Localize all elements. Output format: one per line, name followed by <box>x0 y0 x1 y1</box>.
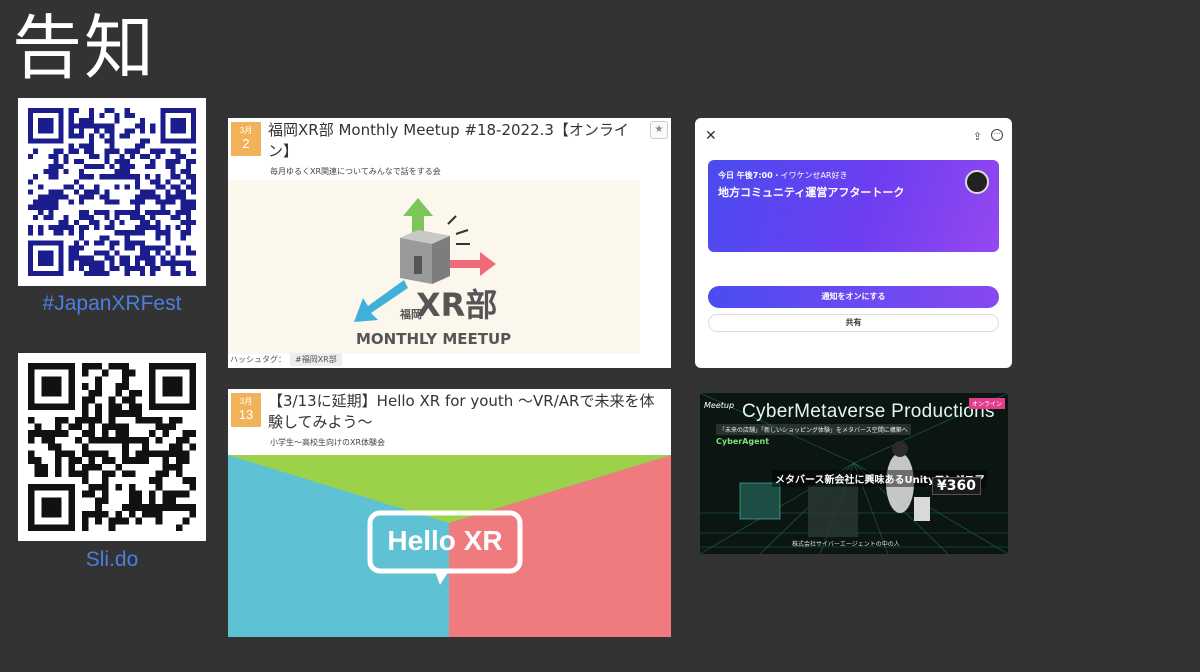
price-tag: ¥360 <box>932 477 981 495</box>
event-title[interactable]: 【3/13に延期】Hello XR for youth ～VR/ARで未来を体験… <box>268 391 669 433</box>
event-name: 地方コミュニティ運営アフタートーク <box>718 186 905 199</box>
share-button[interactable]: 共有 <box>708 314 999 332</box>
event-share-dialog: ✕ ⇪ ··· 今日 午後7:00・イワケンせAR好き 地方コミュニティ運営アフ… <box>695 118 1012 368</box>
event-card-fukuoka-xr[interactable]: 3月 2 福岡XR部 Monthly Meetup #18-2022.3【オンラ… <box>228 118 671 368</box>
notify-button[interactable]: 通知をオンにする <box>708 286 999 308</box>
meetup-mark: Meetup <box>704 401 735 410</box>
qr-caption-slido: Sli.do <box>85 548 139 571</box>
event-title[interactable]: 福岡XR部 Monthly Meetup #18-2022.3【オンライン】 <box>268 120 647 162</box>
event-host: ・イワケンせAR好き <box>772 171 848 180</box>
event-date-badge: 3月 2 <box>231 122 261 156</box>
cyber-title: CyberMetaverse Productions <box>742 401 995 422</box>
event-card-hello-xr[interactable]: 3月 13 【3/13に延期】Hello XR for youth ～VR/AR… <box>228 389 671 637</box>
hashtag-chip[interactable]: #福岡XR部 <box>290 353 342 366</box>
page-title: 告知 <box>12 7 156 89</box>
banner-logo-text: Hello XR <box>387 525 502 556</box>
share-icon[interactable]: ⇪ <box>973 130 982 143</box>
banner-brand: XR部 <box>416 286 497 324</box>
company-logo: CyberAgent <box>716 437 770 446</box>
qr-caption-japanxrfest: #JapanXRFest <box>42 292 182 315</box>
event-time-prefix: 今日 午後7:00 <box>718 171 773 180</box>
cyber-footer: 株式会社サイバーエージェントの中の人 <box>792 541 900 548</box>
hashtag-row: ハッシュタグ： #福岡XR部 <box>230 353 342 366</box>
avatar <box>965 170 989 194</box>
event-date-day: 13 <box>238 407 254 422</box>
hashtag-label: ハッシュタグ： <box>230 355 286 364</box>
right-arrow-icon <box>450 252 496 276</box>
event-subtitle: 小学生～高校生向けのXR体験会 <box>270 438 386 447</box>
event-date-badge: 3月 13 <box>231 393 261 427</box>
event-date-month: 3月 <box>239 126 253 135</box>
event-date-month: 3月 <box>239 397 253 406</box>
event-time: 今日 午後7:00・イワケンせAR好き <box>718 170 847 181</box>
close-icon[interactable]: ✕ <box>705 128 717 144</box>
event-card-cyber-metaverse[interactable]: Meetup CyberMetaverse Productions オンライン … <box>700 393 1008 554</box>
more-icon[interactable]: ··· <box>991 129 1003 141</box>
qr-code-slido[interactable] <box>18 353 206 541</box>
qr-code-image <box>28 108 196 276</box>
event-preview-card[interactable]: 今日 午後7:00・イワケンせAR好き 地方コミュニティ運営アフタートーク <box>708 160 999 252</box>
qr-code-japanxrfest[interactable] <box>18 98 206 286</box>
product-bottle <box>914 497 930 521</box>
event-date-day: 2 <box>242 136 250 151</box>
event-subtitle: 毎月ゆるくXR関連についてみんなで話をする会 <box>270 167 441 176</box>
cyber-tagline: 「未来の店舗」「新しいショッピング体験」をメタバース空間に構築へ <box>716 424 911 435</box>
qr-code-image <box>28 363 196 531</box>
event-banner-hello-xr: Hello XR <box>228 455 671 637</box>
bookmark-star-icon[interactable]: ★ <box>650 121 668 139</box>
event-banner-fukuoka-xr: 福岡 XR部 MONTHLY MEETUP <box>228 180 640 354</box>
online-badge: オンライン <box>968 398 1005 409</box>
banner-tagline: MONTHLY MEETUP <box>356 330 511 348</box>
